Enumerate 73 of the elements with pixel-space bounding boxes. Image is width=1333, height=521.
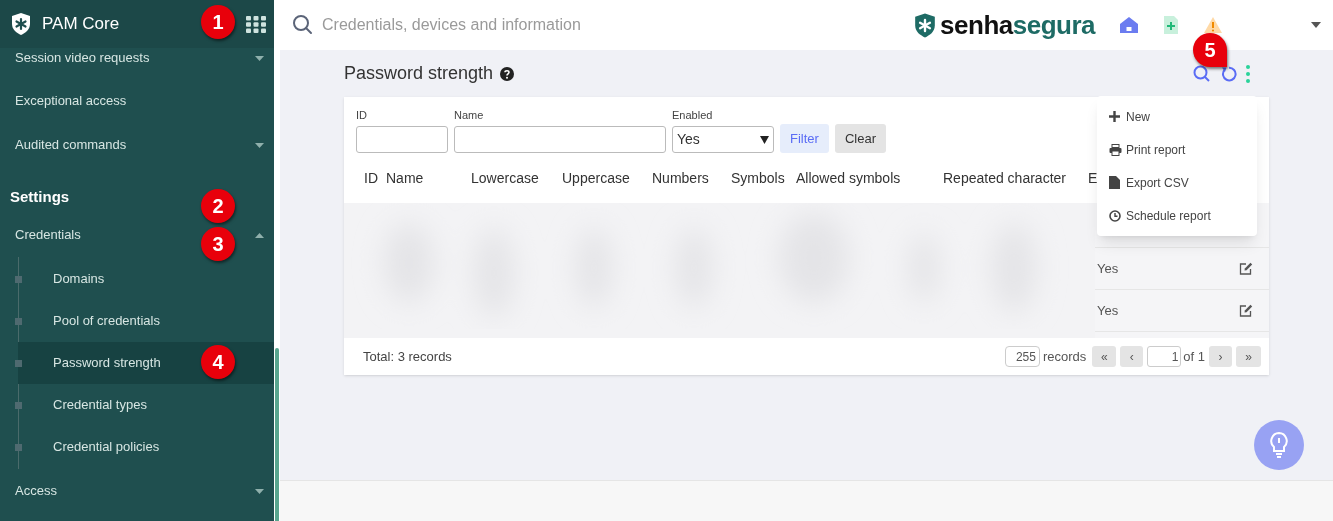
- field-label: ID: [356, 107, 368, 123]
- search-icon[interactable]: [292, 14, 314, 36]
- column-header[interactable]: Symbols: [731, 167, 785, 189]
- edit-icon[interactable]: [1239, 304, 1253, 317]
- column-header[interactable]: Lowercase: [471, 167, 539, 189]
- column-header[interactable]: Repeated character: [943, 167, 1066, 189]
- total-records: Total: 3 records: [363, 347, 452, 366]
- refresh-icon[interactable]: [1221, 65, 1237, 82]
- home-icon[interactable]: [1119, 16, 1139, 34]
- column-header[interactable]: Uppercase: [562, 167, 630, 189]
- next-page-button[interactable]: ›: [1209, 346, 1232, 367]
- sidebar-item[interactable]: Access: [15, 481, 57, 501]
- column-header[interactable]: E: [1088, 167, 1098, 189]
- page-count: of 1: [1183, 347, 1205, 366]
- table-cell-text: Yes: [1097, 259, 1119, 278]
- field-label: Enabled: [672, 107, 714, 123]
- page-title: Password strength: [344, 62, 494, 85]
- scrollbar-thumb[interactable]: [275, 348, 279, 521]
- sidebar-subitem[interactable]: Credential types: [18, 384, 274, 426]
- menu-item[interactable]: Schedule report: [1097, 199, 1257, 232]
- first-page-button[interactable]: «: [1092, 346, 1117, 367]
- select-field[interactable]: Yes: [672, 126, 774, 153]
- page-number-field[interactable]: 1: [1147, 346, 1182, 367]
- column-header[interactable]: Numbers: [652, 167, 709, 189]
- column-header[interactable]: ID: [364, 167, 378, 189]
- add-file-icon[interactable]: [1163, 15, 1179, 35]
- section-heading: Settings: [10, 186, 70, 207]
- sidebar-item[interactable]: Session video requests: [15, 48, 150, 68]
- printer-icon: [1109, 143, 1122, 156]
- tip-button[interactable]: [1254, 420, 1304, 470]
- warning-icon[interactable]: [1203, 16, 1223, 34]
- field-label: Name: [454, 107, 485, 123]
- file-icon: [1109, 176, 1120, 189]
- shield-logo-icon: [10, 12, 32, 36]
- lightbulb-icon: [1269, 431, 1289, 459]
- shield-logo-icon: [913, 11, 938, 39]
- caret-icon[interactable]: [255, 488, 264, 494]
- help-icon[interactable]: [500, 66, 515, 81]
- sidebar-subitem[interactable]: Credential policies: [18, 426, 274, 468]
- plus-icon: [1109, 111, 1120, 122]
- menu-item[interactable]: Export CSV: [1097, 166, 1257, 199]
- brand-name: senhasegura: [940, 12, 1095, 38]
- input-field[interactable]: [356, 126, 448, 153]
- bullet-icon: [15, 360, 22, 367]
- caret-icon[interactable]: [1311, 22, 1321, 28]
- clear-button[interactable]: Clear: [834, 124, 886, 153]
- sidebar-subitem[interactable]: Domains: [18, 258, 274, 300]
- menu-item[interactable]: New: [1097, 100, 1257, 133]
- callout-badge: 5: [1193, 33, 1227, 67]
- apps-grid-icon[interactable]: [246, 15, 266, 33]
- table-cell-text: Yes: [1097, 301, 1119, 320]
- caret-icon[interactable]: [255, 142, 264, 148]
- records-label: records: [1042, 347, 1087, 366]
- sidebar-item[interactable]: Exceptional access: [0, 79, 274, 123]
- dropdown-caret-icon: [760, 135, 769, 144]
- caret-icon[interactable]: [255, 55, 264, 61]
- menu-item[interactable]: Print report: [1097, 133, 1257, 166]
- search-field[interactable]: Credentials, devices and information: [322, 13, 742, 37]
- sidebar-item[interactable]: Credentials: [15, 225, 81, 245]
- edit-icon[interactable]: [1239, 262, 1253, 275]
- sidebar-subitem[interactable]: Pool of credentials: [18, 300, 274, 342]
- last-page-button[interactable]: »: [1236, 346, 1261, 367]
- input-field[interactable]: [454, 126, 666, 153]
- clock-icon: [1109, 209, 1121, 222]
- previous-page-button[interactable]: ‹: [1120, 346, 1144, 367]
- search-icon[interactable]: [1193, 64, 1211, 83]
- page-size-field[interactable]: 255: [1004, 346, 1040, 367]
- caret-icon[interactable]: [255, 232, 264, 238]
- filter-button[interactable]: Filter: [780, 124, 829, 153]
- app-name: PAM Core: [42, 13, 120, 36]
- column-header[interactable]: Allowed symbols: [796, 167, 901, 189]
- sidebar-item[interactable]: Audited commands: [15, 135, 127, 155]
- column-header[interactable]: Name: [386, 167, 424, 189]
